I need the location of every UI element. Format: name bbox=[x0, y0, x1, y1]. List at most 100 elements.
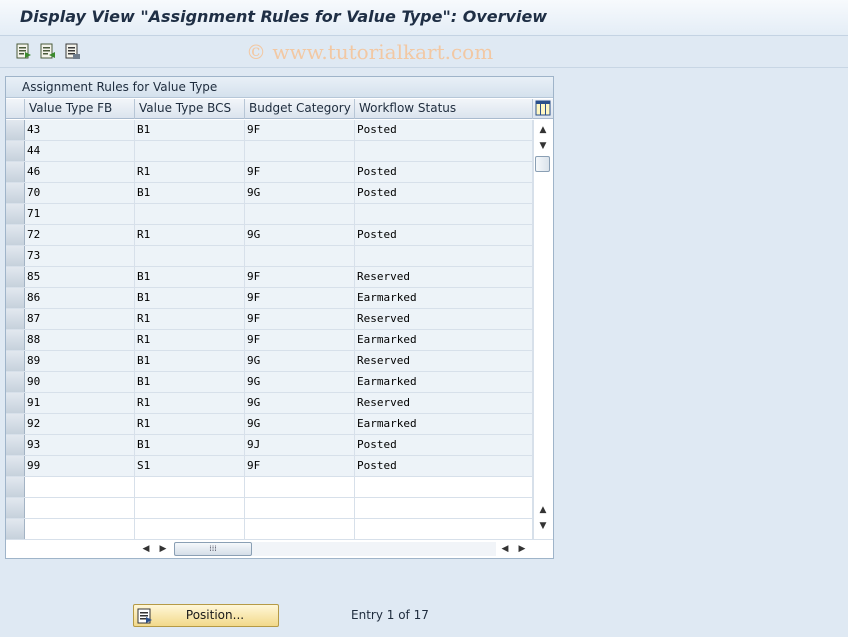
cell-budget-category[interactable]: 9G bbox=[245, 372, 355, 392]
cell-workflow-status[interactable]: Reserved bbox=[355, 267, 533, 287]
cell-budget-category[interactable]: 9G bbox=[245, 414, 355, 434]
column-header-value-type-fb[interactable]: Value Type FB bbox=[25, 99, 135, 119]
cell-workflow-status[interactable] bbox=[355, 498, 533, 518]
vertical-scrollbar[interactable]: ▲ ▼ ▲ ▼ bbox=[533, 120, 552, 539]
row-selector[interactable] bbox=[6, 267, 25, 287]
cell-value-type-fb[interactable] bbox=[25, 498, 135, 518]
cell-workflow-status[interactable]: Earmarked bbox=[355, 414, 533, 434]
print-icon[interactable] bbox=[64, 42, 82, 60]
cell-value-type-bcs[interactable]: S1 bbox=[135, 456, 245, 476]
cell-value-type-bcs[interactable]: B1 bbox=[135, 288, 245, 308]
row-selector[interactable] bbox=[6, 414, 25, 434]
row-selector[interactable] bbox=[6, 204, 25, 224]
table-row[interactable]: 46 R1 9F Posted bbox=[6, 162, 533, 183]
table-row[interactable]: 70 B1 9G Posted bbox=[6, 183, 533, 204]
horizontal-scroll-track[interactable] bbox=[252, 542, 496, 556]
row-selector[interactable] bbox=[6, 162, 25, 182]
cell-value-type-fb[interactable]: 89 bbox=[25, 351, 135, 371]
cell-value-type-bcs[interactable]: R1 bbox=[135, 414, 245, 434]
cell-workflow-status[interactable] bbox=[355, 204, 533, 224]
table-row[interactable]: 72 R1 9G Posted bbox=[6, 225, 533, 246]
cell-value-type-fb[interactable]: 90 bbox=[25, 372, 135, 392]
row-selector[interactable] bbox=[6, 435, 25, 455]
cell-value-type-bcs[interactable]: B1 bbox=[135, 351, 245, 371]
cell-value-type-bcs[interactable] bbox=[135, 141, 245, 161]
scroll-far-left-icon[interactable]: ◀ bbox=[499, 543, 511, 555]
table-row[interactable]: 99 S1 9F Posted bbox=[6, 456, 533, 477]
table-row[interactable] bbox=[6, 498, 533, 519]
cell-budget-category[interactable] bbox=[245, 204, 355, 224]
cell-value-type-fb[interactable]: 86 bbox=[25, 288, 135, 308]
cell-value-type-fb[interactable]: 71 bbox=[25, 204, 135, 224]
cell-workflow-status[interactable]: Reserved bbox=[355, 309, 533, 329]
cell-workflow-status[interactable]: Posted bbox=[355, 162, 533, 182]
cell-workflow-status[interactable]: Earmarked bbox=[355, 330, 533, 350]
scroll-down-icon[interactable]: ▼ bbox=[537, 140, 549, 152]
row-selector[interactable] bbox=[6, 519, 25, 539]
cell-workflow-status[interactable]: Earmarked bbox=[355, 372, 533, 392]
cell-value-type-bcs[interactable] bbox=[135, 204, 245, 224]
row-selector[interactable] bbox=[6, 351, 25, 371]
table-row[interactable]: 92 R1 9G Earmarked bbox=[6, 414, 533, 435]
row-selector[interactable] bbox=[6, 309, 25, 329]
row-selector[interactable] bbox=[6, 477, 25, 497]
position-button[interactable]: Position... bbox=[133, 604, 279, 627]
cell-budget-category[interactable]: 9G bbox=[245, 225, 355, 245]
cell-value-type-fb[interactable]: 72 bbox=[25, 225, 135, 245]
cell-budget-category[interactable]: 9J bbox=[245, 435, 355, 455]
cell-budget-category[interactable]: 9F bbox=[245, 162, 355, 182]
cell-value-type-bcs[interactable] bbox=[135, 498, 245, 518]
cell-value-type-fb[interactable]: 88 bbox=[25, 330, 135, 350]
column-header-value-type-bcs[interactable]: Value Type BCS bbox=[135, 99, 245, 119]
row-selector[interactable] bbox=[6, 498, 25, 518]
cell-value-type-bcs[interactable]: B1 bbox=[135, 267, 245, 287]
cell-workflow-status[interactable]: Earmarked bbox=[355, 288, 533, 308]
cell-value-type-bcs[interactable]: B1 bbox=[135, 183, 245, 203]
other-view-icon[interactable] bbox=[39, 42, 57, 60]
scroll-left-icon[interactable]: ◀ bbox=[140, 543, 152, 555]
cell-value-type-bcs[interactable]: B1 bbox=[135, 120, 245, 140]
cell-workflow-status[interactable]: Posted bbox=[355, 456, 533, 476]
cell-value-type-fb[interactable] bbox=[25, 519, 135, 539]
scroll-far-right-icon[interactable]: ▶ bbox=[516, 543, 528, 555]
row-selector[interactable] bbox=[6, 225, 25, 245]
cell-value-type-fb[interactable] bbox=[25, 477, 135, 497]
cell-value-type-fb[interactable]: 99 bbox=[25, 456, 135, 476]
cell-budget-category[interactable] bbox=[245, 519, 355, 539]
select-all-cell[interactable] bbox=[6, 99, 25, 119]
cell-workflow-status[interactable] bbox=[355, 246, 533, 266]
table-row[interactable]: 89 B1 9G Reserved bbox=[6, 351, 533, 372]
table-row[interactable]: 90 B1 9G Earmarked bbox=[6, 372, 533, 393]
cell-value-type-fb[interactable]: 93 bbox=[25, 435, 135, 455]
cell-budget-category[interactable]: 9G bbox=[245, 351, 355, 371]
cell-budget-category[interactable]: 9F bbox=[245, 267, 355, 287]
table-row[interactable]: 91 R1 9G Reserved bbox=[6, 393, 533, 414]
table-row[interactable]: 93 B1 9J Posted bbox=[6, 435, 533, 456]
row-selector[interactable] bbox=[6, 183, 25, 203]
row-selector[interactable] bbox=[6, 393, 25, 413]
cell-value-type-fb[interactable]: 43 bbox=[25, 120, 135, 140]
cell-value-type-bcs[interactable]: B1 bbox=[135, 372, 245, 392]
row-selector[interactable] bbox=[6, 330, 25, 350]
row-selector[interactable] bbox=[6, 456, 25, 476]
cell-budget-category[interactable] bbox=[245, 498, 355, 518]
cell-value-type-fb[interactable]: 44 bbox=[25, 141, 135, 161]
cell-workflow-status[interactable]: Reserved bbox=[355, 393, 533, 413]
scroll-right-icon[interactable]: ▶ bbox=[157, 543, 169, 555]
table-row[interactable]: 43 B1 9F Posted bbox=[6, 120, 533, 141]
cell-value-type-bcs[interactable] bbox=[135, 519, 245, 539]
table-row[interactable]: 87 R1 9F Reserved bbox=[6, 309, 533, 330]
table-row[interactable]: 85 B1 9F Reserved bbox=[6, 267, 533, 288]
cell-budget-category[interactable] bbox=[245, 477, 355, 497]
details-icon[interactable] bbox=[15, 42, 33, 60]
cell-value-type-fb[interactable]: 46 bbox=[25, 162, 135, 182]
cell-value-type-bcs[interactable]: R1 bbox=[135, 309, 245, 329]
cell-value-type-fb[interactable]: 70 bbox=[25, 183, 135, 203]
cell-workflow-status[interactable]: Posted bbox=[355, 120, 533, 140]
cell-budget-category[interactable]: 9G bbox=[245, 183, 355, 203]
cell-workflow-status[interactable]: Posted bbox=[355, 225, 533, 245]
cell-value-type-bcs[interactable]: R1 bbox=[135, 162, 245, 182]
cell-workflow-status[interactable]: Posted bbox=[355, 435, 533, 455]
horizontal-scrollbar[interactable]: ◀ ▶ ⁞⁞⁞ ◀ ▶ bbox=[6, 539, 553, 558]
cell-value-type-bcs[interactable]: R1 bbox=[135, 393, 245, 413]
